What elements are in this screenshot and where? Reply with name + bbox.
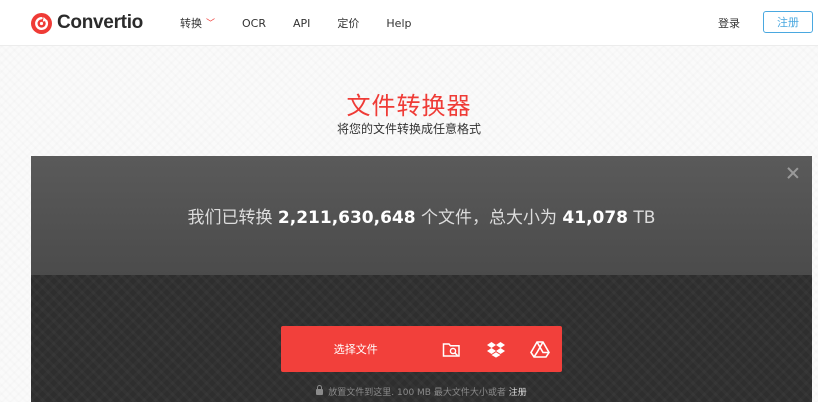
main-nav: 转换 ﹀ OCR API 定价 Help	[180, 0, 438, 46]
hint-signup-link[interactable]: 注册	[509, 388, 527, 398]
hint-text: 放置文件到这里. 100 MB 最大文件大小或者	[328, 388, 506, 398]
nav-item-help[interactable]: Help	[386, 17, 411, 30]
nav-item-convert[interactable]: 转换 ﹀	[180, 15, 215, 31]
dropbox-icon[interactable]	[474, 326, 518, 372]
google-drive-icon[interactable]	[518, 326, 562, 372]
convertio-logo-icon	[31, 12, 52, 34]
stats-banner: 我们已转换 2,211,630,648 个文件，总大小为 41,078 TB	[31, 156, 812, 275]
page-subtitle: 将您的文件转换成任意格式	[336, 122, 481, 136]
files-count: 2,211,630,648	[277, 208, 416, 228]
stats-text: 我们已转换 2,211,630,648 个文件，总大小为 41,078 TB	[31, 203, 812, 228]
total-size: 41,078	[562, 208, 629, 228]
login-link[interactable]: 登录	[718, 15, 740, 31]
nav-item-label: 转换	[180, 17, 202, 30]
choose-files-button[interactable]: 选择文件	[281, 326, 430, 372]
size-unit: TB	[633, 208, 656, 228]
upload-bar: 选择文件	[281, 326, 562, 372]
top-header: Convertio 转换 ﹀ OCR API 定价 Help 登录 注册	[0, 0, 818, 46]
lock-icon	[316, 385, 324, 395]
stats-prefix: 我们已转换	[187, 208, 273, 228]
stats-middle: 个文件，总大小为	[421, 208, 557, 228]
chevron-down-icon: ﹀	[206, 18, 216, 29]
nav-item-api[interactable]: API	[293, 17, 310, 30]
nav-item-pricing[interactable]: 定价	[337, 15, 359, 31]
nav-item-label: Help	[386, 16, 412, 30]
folder-search-icon[interactable]	[430, 326, 474, 372]
nav-item-label: OCR	[242, 16, 266, 30]
nav-item-label: 定价	[337, 17, 360, 30]
page-title: 文件转换器	[346, 92, 472, 120]
nav-item-ocr[interactable]: OCR	[242, 17, 266, 30]
logo-text: Convertio	[57, 12, 143, 33]
signup-button[interactable]: 注册	[763, 11, 813, 33]
close-icon[interactable]	[786, 166, 800, 180]
converter-panel: 我们已转换 2,211,630,648 个文件，总大小为 41,078 TB 选…	[31, 156, 812, 402]
logo[interactable]: Convertio	[31, 11, 143, 35]
nav-item-label: API	[293, 16, 311, 30]
upload-hint: 放置文件到这里. 100 MB 最大文件大小或者 注册	[31, 385, 812, 398]
